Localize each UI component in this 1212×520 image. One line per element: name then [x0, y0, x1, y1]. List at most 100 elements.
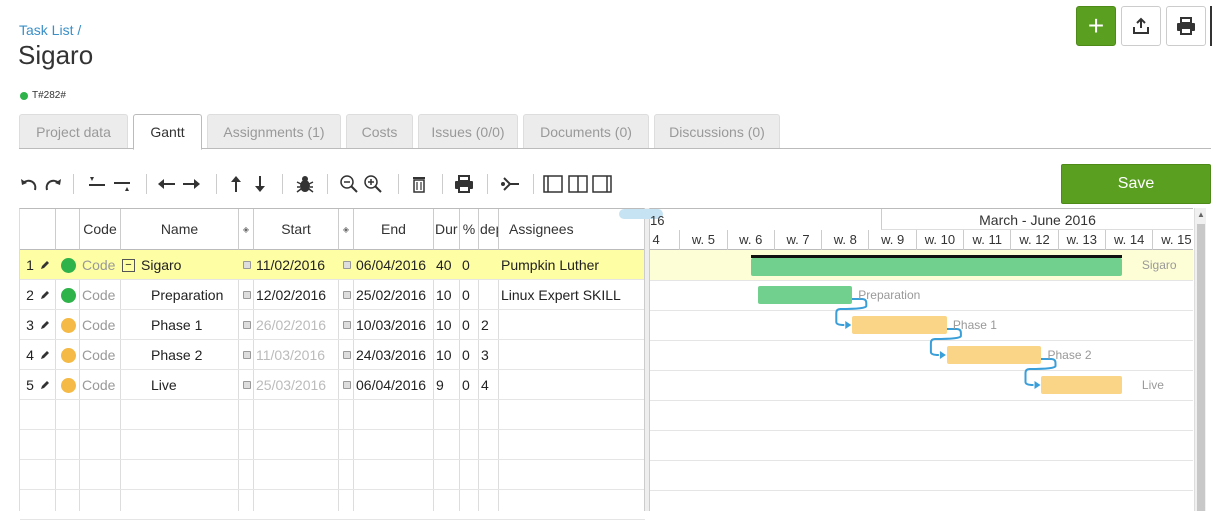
assignees-cell[interactable]: Pumpkin Luther	[501, 250, 645, 280]
end-cell[interactable]: 06/04/2016	[356, 250, 434, 280]
task-name[interactable]: Sigaro	[141, 257, 181, 273]
start-milestone-checkbox[interactable]	[239, 310, 254, 340]
critical-path-button[interactable]	[498, 170, 522, 198]
end-milestone-checkbox[interactable]	[339, 340, 354, 370]
code-cell[interactable]: Code	[82, 310, 120, 340]
start-milestone-checkbox[interactable]	[239, 280, 254, 310]
percent-cell[interactable]: 0	[462, 340, 478, 370]
split-middle-button[interactable]	[567, 170, 589, 198]
checkbox[interactable]	[342, 261, 351, 269]
dependency-cell[interactable]: 4	[481, 370, 498, 400]
end-cell[interactable]: 06/04/2016	[356, 370, 434, 400]
status-cell[interactable]	[56, 370, 80, 400]
scroll-up-arrow[interactable]: ▲	[1197, 210, 1205, 219]
name-cell[interactable]: Phase 2	[122, 340, 238, 370]
duration-cell[interactable]: 10	[436, 340, 458, 370]
checkbox[interactable]	[242, 321, 251, 329]
scrollbar-thumb[interactable]	[1197, 224, 1205, 511]
tab-project-data[interactable]: Project data	[19, 114, 128, 148]
assignees-cell[interactable]: Linux Expert SKILL	[501, 280, 645, 310]
name-cell[interactable]: − Sigaro	[122, 250, 238, 280]
gantt-bar[interactable]	[946, 346, 1042, 364]
table-row[interactable]: 2 Code Preparation 12/02/2016 25/02/2016 10 0 L…	[20, 280, 645, 310]
status-cell[interactable]	[56, 310, 80, 340]
tab-documents[interactable]: Documents (0)	[523, 114, 649, 148]
checkbox[interactable]	[342, 291, 351, 299]
checkbox[interactable]	[342, 351, 351, 359]
gantt-bar[interactable]	[852, 316, 947, 334]
zoom-in-button[interactable]	[362, 170, 384, 198]
checkbox[interactable]	[342, 381, 351, 389]
task-name[interactable]: Phase 2	[151, 347, 202, 363]
status-dot[interactable]	[60, 317, 76, 333]
end-milestone-checkbox[interactable]	[339, 280, 354, 310]
status-dot[interactable]	[60, 257, 76, 273]
move-down-button[interactable]	[249, 170, 271, 198]
edit-icon[interactable]	[40, 320, 50, 330]
header-percent[interactable]: %	[460, 209, 479, 250]
checkbox[interactable]	[242, 381, 251, 389]
checkbox[interactable]	[242, 351, 251, 359]
status-cell[interactable]	[56, 340, 80, 370]
start-cell[interactable]: 26/02/2016	[256, 310, 338, 340]
name-cell[interactable]: Live	[122, 370, 238, 400]
tab-issues[interactable]: Issues (0/0)	[418, 114, 518, 148]
name-cell[interactable]: Phase 1	[122, 310, 238, 340]
end-cell[interactable]: 25/02/2016	[356, 280, 434, 310]
tab-discussions[interactable]: Discussions (0)	[654, 114, 780, 148]
tab-gantt[interactable]: Gantt	[133, 114, 202, 150]
task-name[interactable]: Preparation	[151, 287, 223, 303]
assignees-cell[interactable]	[501, 370, 645, 400]
table-row[interactable]: 3 Code Phase 1 26/02/2016 10/03/2016 10 0 2	[20, 310, 645, 340]
gantt-scrollbar[interactable]: ▲	[1194, 208, 1206, 511]
dependency-cell[interactable]	[481, 280, 498, 310]
gantt-bar[interactable]	[1041, 376, 1122, 394]
status-dot[interactable]	[60, 287, 76, 303]
percent-cell[interactable]: 0	[462, 310, 478, 340]
end-cell[interactable]: 24/03/2016	[356, 340, 434, 370]
header-end[interactable]: End	[354, 209, 434, 250]
export-button[interactable]	[1121, 6, 1161, 46]
print-gantt-button[interactable]	[452, 170, 476, 198]
checkbox[interactable]	[242, 261, 251, 269]
gantt-bar[interactable]	[757, 286, 853, 304]
duration-cell[interactable]: 10	[436, 280, 458, 310]
edit-icon[interactable]	[40, 380, 50, 390]
end-cell[interactable]: 10/03/2016	[356, 310, 434, 340]
start-milestone-checkbox[interactable]	[239, 370, 254, 400]
add-button[interactable]: +	[1076, 6, 1116, 46]
code-cell[interactable]: Code	[82, 370, 120, 400]
assignees-cell[interactable]	[501, 310, 645, 340]
duration-cell[interactable]: 10	[436, 310, 458, 340]
collapse-icon[interactable]: −	[122, 258, 135, 272]
percent-cell[interactable]: 0	[462, 280, 478, 310]
save-button[interactable]: Save	[1061, 164, 1211, 204]
insert-above-button[interactable]	[86, 170, 108, 198]
dependency-cell[interactable]	[481, 250, 498, 280]
assignees-cell[interactable]	[501, 340, 645, 370]
table-row[interactable]: 1 Code − Sigaro 11/02/2016 06/04/2016 40 0 Pumpk…	[20, 250, 645, 280]
start-milestone-checkbox[interactable]	[239, 340, 254, 370]
redo-button[interactable]	[42, 170, 64, 198]
gantt-bar[interactable]	[750, 258, 1122, 276]
percent-cell[interactable]: 0	[462, 370, 478, 400]
header-start[interactable]: Start	[254, 209, 339, 250]
task-name[interactable]: Live	[151, 377, 177, 393]
split-right-button[interactable]	[591, 170, 613, 198]
start-cell[interactable]: 11/02/2016	[256, 250, 338, 280]
table-row[interactable]: 5 Code Live 25/03/2016 06/04/2016 9 0 4	[20, 370, 645, 400]
duration-cell[interactable]: 40	[436, 250, 458, 280]
edit-icon[interactable]	[40, 350, 50, 360]
header-code[interactable]: Code	[80, 209, 121, 250]
header-dependencies[interactable]: dep	[479, 209, 499, 250]
header-start-milestone[interactable]: ◈	[239, 209, 254, 250]
bug-button[interactable]	[293, 170, 317, 198]
delete-button[interactable]	[408, 170, 430, 198]
end-milestone-checkbox[interactable]	[339, 250, 354, 280]
code-cell[interactable]: Code	[82, 340, 120, 370]
start-milestone-checkbox[interactable]	[239, 250, 254, 280]
task-name[interactable]: Phase 1	[151, 317, 202, 333]
breadcrumb[interactable]: Task List /	[19, 22, 81, 38]
edit-icon[interactable]	[40, 290, 50, 300]
duration-cell[interactable]: 9	[436, 370, 458, 400]
